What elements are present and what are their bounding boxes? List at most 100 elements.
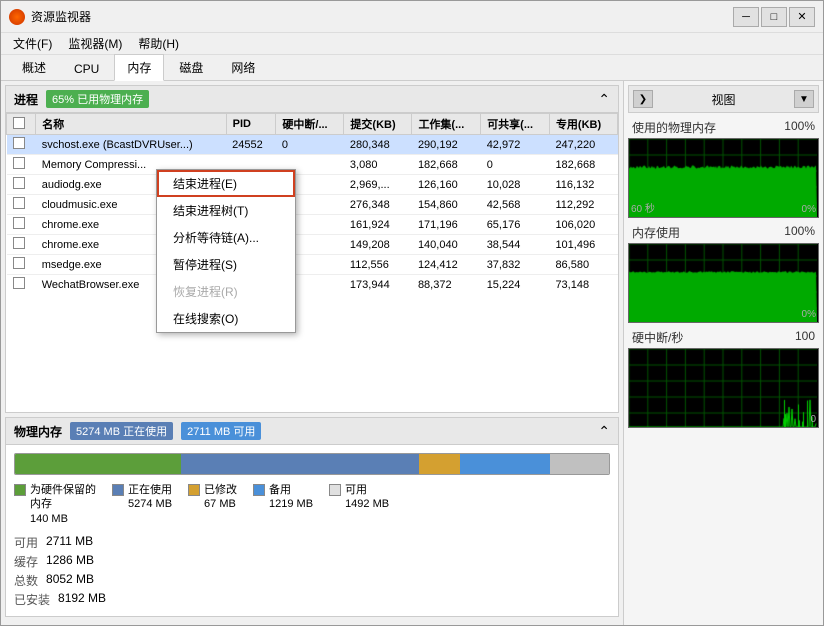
bar-in-use — [181, 454, 419, 474]
process-expand-icon[interactable]: ⌃ — [598, 91, 610, 108]
row-working: 171,196 — [412, 215, 481, 235]
left-panel: 进程 65% 已用物理内存 ⌃ 名称 PID 硬中断/... — [1, 81, 623, 625]
right-nav-prev[interactable]: ❯ — [633, 90, 653, 108]
context-menu-end-process-tree[interactable]: 结束进程树(T) — [157, 197, 295, 224]
row-working: 124,412 — [412, 255, 481, 275]
graph-memory-used-label: 使用的物理内存 100% — [628, 117, 819, 138]
row-private: 112,292 — [549, 195, 617, 215]
context-menu-online-search[interactable]: 在线搜索(O) — [157, 305, 295, 332]
row-checkbox[interactable] — [13, 177, 25, 189]
row-checkbox[interactable] — [13, 237, 25, 249]
row-private: 101,496 — [549, 235, 617, 255]
maximize-button[interactable]: □ — [761, 7, 787, 27]
row-commit: 280,348 — [344, 135, 412, 155]
table-row[interactable]: WechatBrowser.exe 173,944 88,372 15,224 … — [7, 275, 618, 294]
row-working: 140,040 — [412, 235, 481, 255]
view-label: 视图 — [711, 91, 735, 108]
row-checkbox[interactable] — [13, 157, 25, 169]
right-nav-next[interactable]: ▼ — [794, 90, 814, 108]
legend-modified-color — [188, 484, 200, 496]
context-menu-resume: 恢复进程(R) — [157, 278, 295, 305]
tab-disk[interactable]: 磁盘 — [166, 54, 216, 80]
process-title: 进程 — [14, 91, 38, 108]
app-icon — [9, 9, 25, 25]
memory-available-badge: 2711 MB 可用 — [181, 422, 261, 440]
legend-modified: 已修改67 MB — [188, 483, 237, 526]
table-row[interactable]: svchost.exe (BcastDVRUser...) 24552 0 28… — [7, 135, 618, 155]
row-checkbox[interactable] — [13, 217, 25, 229]
memory-expand-icon[interactable]: ⌃ — [598, 423, 610, 440]
bar-available — [550, 454, 609, 474]
table-row[interactable]: Memory Compressi... 3,080 182,668 0 182,… — [7, 155, 618, 175]
row-shared: 37,832 — [481, 255, 550, 275]
graph2-bottom-label: 0% — [802, 309, 816, 320]
menu-monitor[interactable]: 监视器(M) — [60, 33, 130, 54]
row-checkbox[interactable] — [13, 137, 25, 149]
col-commit[interactable]: 提交(KB) — [344, 114, 412, 135]
process-section-header[interactable]: 进程 65% 已用物理内存 ⌃ — [6, 86, 618, 113]
table-row[interactable]: audiodg.exe 2,969,... 126,160 10,028 116… — [7, 175, 618, 195]
row-commit: 161,924 — [344, 215, 412, 235]
tab-network[interactable]: 网络 — [218, 54, 268, 80]
menu-help[interactable]: 帮助(H) — [130, 33, 187, 54]
memory-title: 物理内存 — [14, 423, 62, 440]
stat-group: 可用 2711 MB 缓存 1286 MB 总数 8052 MB — [14, 534, 106, 608]
row-shared: 15,224 — [481, 275, 550, 294]
tab-cpu[interactable]: CPU — [61, 57, 112, 80]
legend-in-use: 正在使用5274 MB — [112, 483, 172, 526]
row-commit: 173,944 — [344, 275, 412, 294]
title-bar: 资源监视器 ─ □ ✕ — [1, 1, 823, 33]
tab-overview[interactable]: 概述 — [9, 54, 59, 80]
row-private: 116,132 — [549, 175, 617, 195]
col-private[interactable]: 专用(KB) — [549, 114, 617, 135]
bar-reserved — [15, 454, 181, 474]
bar-standby — [460, 454, 549, 474]
memory-content: 为硬件保留的内存140 MB 正在使用5274 MB 已修改67 MB — [6, 445, 618, 616]
col-hard[interactable]: 硬中断/... — [276, 114, 344, 135]
row-working: 290,192 — [412, 135, 481, 155]
memory-usage-badge: 65% 已用物理内存 — [46, 90, 149, 108]
col-name[interactable]: 名称 — [36, 114, 226, 135]
row-pid: 24552 — [226, 135, 276, 155]
memory-used-badge: 5274 MB 正在使用 — [70, 422, 173, 440]
graph-memory-usage-label: 内存使用 100% — [628, 222, 819, 243]
row-commit: 112,556 — [344, 255, 412, 275]
table-row[interactable]: chrome.exe 161,924 171,196 65,176 106,02… — [7, 215, 618, 235]
process-table-scroll[interactable]: 名称 PID 硬中断/... 提交(KB) 工作集(... 可共享(... 专用… — [6, 113, 618, 293]
context-menu-end-process[interactable]: 结束进程(E) — [157, 170, 295, 197]
stat-cache: 缓存 1286 MB — [14, 553, 106, 570]
main-area: 进程 65% 已用物理内存 ⌃ 名称 PID 硬中断/... — [1, 81, 823, 625]
tab-memory[interactable]: 内存 — [114, 54, 164, 81]
row-working: 154,860 — [412, 195, 481, 215]
row-shared: 42,568 — [481, 195, 550, 215]
context-menu-analyze-wait[interactable]: 分析等待链(A)... — [157, 224, 295, 251]
row-private: 106,020 — [549, 215, 617, 235]
context-menu-suspend[interactable]: 暂停进程(S) — [157, 251, 295, 278]
memory-section: 物理内存 5274 MB 正在使用 2711 MB 可用 ⌃ — [5, 417, 619, 617]
legend-standby: 备用1219 MB — [253, 483, 313, 526]
row-checkbox[interactable] — [13, 257, 25, 269]
context-menu: 结束进程(E) 结束进程树(T) 分析等待链(A)... 暂停进程(S) 恢复进… — [156, 169, 296, 333]
graph1-time-label: 60 秒 — [631, 200, 655, 215]
table-row[interactable]: msedge.exe 112,556 124,412 37,832 86,580 — [7, 255, 618, 275]
row-checkbox[interactable] — [13, 197, 25, 209]
menu-file[interactable]: 文件(F) — [5, 33, 60, 54]
row-private: 73,148 — [549, 275, 617, 294]
memory-section-header[interactable]: 物理内存 5274 MB 正在使用 2711 MB 可用 ⌃ — [6, 418, 618, 445]
col-pid[interactable]: PID — [226, 114, 276, 135]
table-row[interactable]: chrome.exe 149,208 140,040 38,544 101,49… — [7, 235, 618, 255]
legend-available: 可用1492 MB — [329, 483, 389, 526]
menu-bar: 文件(F) 监视器(M) 帮助(H) — [1, 33, 823, 55]
memory-legend: 为硬件保留的内存140 MB 正在使用5274 MB 已修改67 MB — [14, 483, 610, 526]
close-button[interactable]: ✕ — [789, 7, 815, 27]
col-shared[interactable]: 可共享(... — [481, 114, 550, 135]
legend-standby-color — [253, 484, 265, 496]
table-row[interactable]: cloudmusic.exe 276,348 154,860 42,568 11… — [7, 195, 618, 215]
minimize-button[interactable]: ─ — [733, 7, 759, 27]
col-working[interactable]: 工作集(... — [412, 114, 481, 135]
legend-available-color — [329, 484, 341, 496]
memory-stats: 可用 2711 MB 缓存 1286 MB 总数 8052 MB — [14, 534, 610, 608]
row-shared: 65,176 — [481, 215, 550, 235]
row-checkbox[interactable] — [13, 277, 25, 289]
row-working: 126,160 — [412, 175, 481, 195]
